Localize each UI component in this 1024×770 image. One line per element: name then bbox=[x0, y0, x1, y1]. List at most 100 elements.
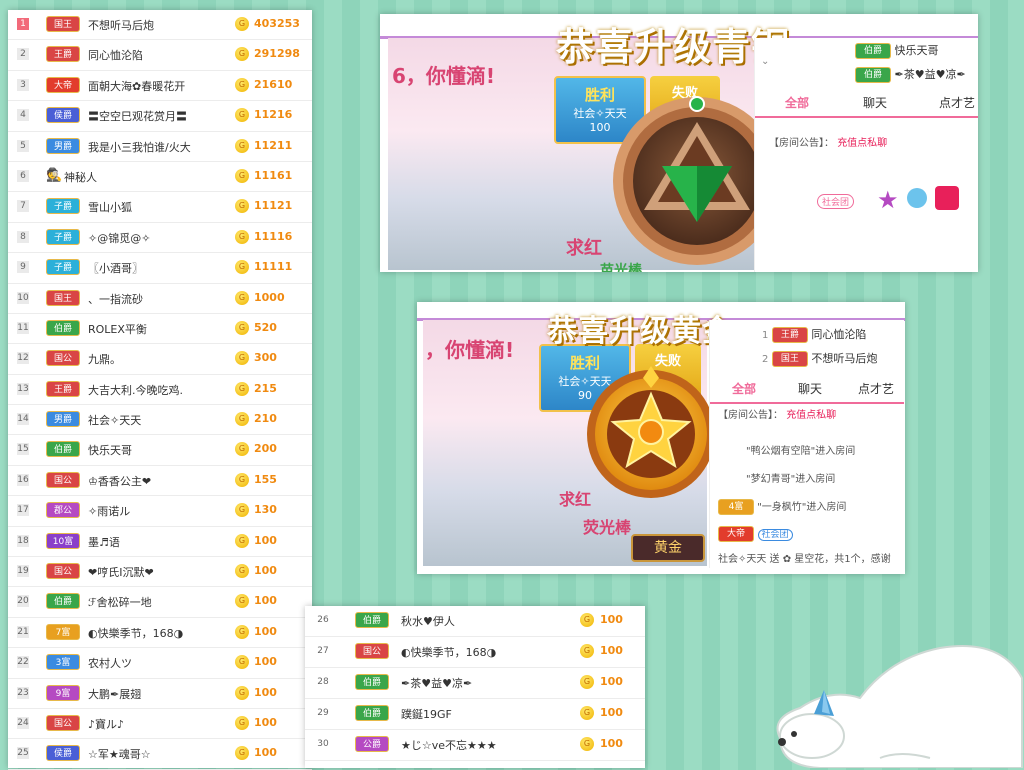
user-name[interactable]: ✧@锦觅@✧ bbox=[88, 230, 150, 246]
score-value: 100 bbox=[254, 685, 277, 699]
user-name[interactable]: ♪寶ル♪ bbox=[88, 716, 124, 732]
user-name[interactable]: 同心恤沦陷 bbox=[88, 47, 143, 63]
ranking-row[interactable]: 19 国公 ❤哼氏I沉默❤ G 100 bbox=[8, 557, 312, 588]
user-name[interactable]: ◐快樂季节，168◑ bbox=[88, 625, 183, 641]
rank-number: 19 bbox=[17, 565, 29, 578]
ranking-row[interactable]: 26 伯爵 秋水♥伊人 G 100 bbox=[305, 606, 645, 637]
coin-icon: G bbox=[235, 290, 249, 305]
ranking-row[interactable]: 14 男爵 社会✧天天 G 210 bbox=[8, 405, 312, 436]
user-name[interactable]: 大吉大利.今晚吃鸡. bbox=[88, 382, 183, 398]
ranking-row[interactable]: 1 国王 不想听马后炮 G 403253 bbox=[8, 10, 312, 41]
gold-rank-text: 黄金 bbox=[654, 540, 682, 556]
ranking-row[interactable]: 24 国公 ♪寶ル♪ G 100 bbox=[8, 709, 312, 740]
ranking-row[interactable]: 10 国王 、一指流砂 G 1000 bbox=[8, 284, 312, 314]
ranking-row[interactable]: 4 侯爵 〓空空巳观花赏月〓 G 11216 bbox=[8, 101, 312, 132]
top-user-2[interactable]: 伯爵 ✒茶♥益♥凉✒ bbox=[855, 66, 966, 83]
ranking-row[interactable]: 25 侯爵 ☆军★魂哥☆ G 100 bbox=[8, 739, 312, 770]
top-user-1[interactable]: 1 王爵 同心恤沦陷 bbox=[762, 326, 866, 343]
top-user-1[interactable]: 伯爵 快乐天哥 bbox=[855, 42, 939, 59]
ranking-row[interactable]: 7 子爵 雪山小狐 G 11121 bbox=[8, 192, 312, 223]
enter-message: "一身枫竹"进入房间 bbox=[757, 502, 847, 513]
ranking-row[interactable]: 2 王爵 同心恤沦陷 G 291298 bbox=[8, 40, 312, 71]
user-name[interactable]: 农村人ツ bbox=[88, 655, 132, 671]
score-value: 100 bbox=[600, 737, 623, 750]
user-name[interactable]: 面朝大海✿春暖花开 bbox=[88, 78, 185, 94]
dropdown-chevron-icon[interactable]: ⌄ bbox=[761, 56, 769, 67]
user-name[interactable]: 〖小酒哥〗 bbox=[88, 260, 143, 276]
ranking-row[interactable]: 9 子爵 〖小酒哥〗 G 11111 bbox=[8, 253, 312, 284]
user-name[interactable]: ROLEX平衡 bbox=[88, 321, 147, 337]
coin-icon: G bbox=[235, 472, 249, 487]
ranking-row[interactable]: 12 国公 九鼎。 G 300 bbox=[8, 344, 312, 375]
ranking-row[interactable]: 13 王爵 大吉大利.今晚吃鸡. G 215 bbox=[8, 375, 312, 406]
score-value: 200 bbox=[254, 442, 277, 456]
rank-badge: 10富 bbox=[46, 532, 80, 549]
ranking-row[interactable]: 5 男爵 我是小三我怕谁/火大 G 11211 bbox=[8, 132, 312, 162]
ranking-row[interactable]: 8 子爵 ✧@锦觅@✧ G 11116 bbox=[8, 223, 312, 254]
user-name[interactable]: ☆军★魂哥☆ bbox=[88, 746, 151, 762]
user-name[interactable]: 〓空空巳观花赏月〓 bbox=[88, 108, 187, 124]
user-name[interactable]: 、一指流砂 bbox=[88, 291, 143, 307]
tab-chat[interactable]: 聊天 bbox=[863, 94, 887, 111]
ranking-row[interactable]: 16 国公 ♔香香公主❤ G 155 bbox=[8, 466, 312, 497]
tab-all[interactable]: 全部 bbox=[785, 94, 809, 111]
score-value: 11121 bbox=[254, 199, 293, 213]
ranking-row[interactable]: 21 7富 ◐快樂季节，168◑ G 100 bbox=[8, 618, 312, 649]
tab-talent[interactable]: 点才艺 bbox=[858, 380, 894, 397]
enter-message: "梦幻青哥"进入房间 bbox=[746, 474, 836, 485]
user-name[interactable]: ✒茶♥益♥凉✒ bbox=[401, 675, 472, 691]
user-name[interactable]: 雪山小狐 bbox=[88, 199, 132, 215]
ranking-row[interactable]: 27 国公 ◐快樂季节，168◑ G 100 bbox=[305, 637, 645, 668]
coin-icon: G bbox=[235, 77, 249, 92]
ranking-row[interactable]: 11 伯爵 ROLEX平衡 G 520 bbox=[8, 314, 312, 345]
rank-badge: 国王 bbox=[46, 16, 80, 32]
top-user-2[interactable]: 2 国王 不想听马后炮 bbox=[762, 350, 877, 367]
chat-panel: ⌄ 伯爵 快乐天哥 伯爵 ✒茶♥益♥凉✒ 全部 聊天 点才艺 【房间公告】： 充… bbox=[754, 38, 978, 272]
tab-all[interactable]: 全部 bbox=[732, 380, 756, 397]
coin-icon: G bbox=[235, 715, 249, 730]
user-name[interactable]: 九鼎。 bbox=[88, 351, 121, 367]
ranking-row[interactable]: 30 公爵 ★じ☆ve不忘★★★ G 100 bbox=[305, 730, 645, 761]
user-name[interactable]: 蹼鋋19GF bbox=[401, 706, 452, 722]
ranking-row[interactable]: 22 3富 农村人ツ G 100 bbox=[8, 648, 312, 679]
score-value: 155 bbox=[254, 472, 277, 486]
user-name[interactable]: ◐快樂季节，168◑ bbox=[401, 644, 496, 660]
rank-badge: 伯爵 bbox=[46, 319, 80, 336]
top-user-rank: 1 bbox=[762, 330, 769, 341]
rank-badge: 大帝 bbox=[46, 76, 80, 93]
ranking-row[interactable]: 3 大帝 面朝大海✿春暖花开 G 21610 bbox=[8, 71, 312, 102]
ranking-row[interactable]: 29 伯爵 蹼鋋19GF G 100 bbox=[305, 699, 645, 730]
user-name[interactable]: 我是小三我怕谁/火大 bbox=[88, 139, 191, 155]
coin-icon: G bbox=[235, 320, 249, 335]
user-name[interactable]: 秋水♥伊人 bbox=[401, 613, 455, 629]
ranking-row[interactable]: 18 10富 墨♬语 G 100 bbox=[8, 527, 312, 558]
ranking-row[interactable]: 20 伯爵 ℱ舍松碎一地 G 100 bbox=[8, 587, 312, 618]
coin-icon: G bbox=[235, 746, 249, 761]
ranking-row[interactable]: 6 🕵 神秘人 G 11161 bbox=[8, 162, 312, 193]
user-name[interactable]: ★じ☆ve不忘★★★ bbox=[401, 737, 497, 753]
rank-number: 9 bbox=[17, 261, 29, 274]
user-name[interactable]: ♔香香公主❤ bbox=[88, 473, 151, 489]
ranking-row[interactable]: 23 9富 大鹏✒展翅 G 100 bbox=[8, 679, 312, 709]
rank-number: 10 bbox=[17, 291, 29, 304]
user-name[interactable]: 墨♬语 bbox=[88, 534, 120, 550]
ranking-row[interactable]: 28 伯爵 ✒茶♥益♥凉✒ G 100 bbox=[305, 668, 645, 699]
user-name[interactable]: 神秘人 bbox=[64, 169, 97, 185]
user-name[interactable]: 社会✧天天 bbox=[88, 412, 141, 428]
rank-badge: 伯爵 bbox=[355, 674, 389, 690]
user-name[interactable]: 快乐天哥 bbox=[88, 442, 132, 458]
tab-talent[interactable]: 点才艺 bbox=[939, 94, 975, 111]
chat-panel: 1 王爵 同心恤沦陷 2 国王 不想听马后炮 全部 聊天 点才艺 【房间公告】：… bbox=[709, 320, 904, 568]
user-name[interactable]: ❤哼氏I沉默❤ bbox=[88, 564, 154, 580]
user-name[interactable]: ℱ舍松碎一地 bbox=[88, 594, 152, 610]
tab-chat[interactable]: 聊天 bbox=[798, 380, 822, 397]
rank-number: 13 bbox=[17, 382, 29, 395]
user-name[interactable]: 大鹏✒展翅 bbox=[88, 686, 141, 702]
rank-badge: 侯爵 bbox=[46, 107, 80, 124]
user-name[interactable]: 不想听马后炮 bbox=[88, 17, 154, 33]
rank-badge: 王爵 bbox=[46, 380, 80, 397]
user-name[interactable]: ✧雨诺ル bbox=[88, 503, 130, 519]
ranking-row[interactable]: 15 伯爵 快乐天哥 G 200 bbox=[8, 435, 312, 466]
coin-icon: G bbox=[235, 260, 249, 275]
ranking-row[interactable]: 17 郡公 ✧雨诺ル G 130 bbox=[8, 496, 312, 527]
